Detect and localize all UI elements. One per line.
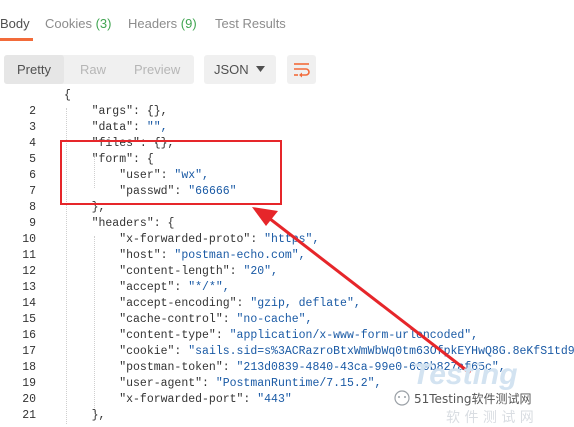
watermark: Testing 软 件 测 试 网 51Testing软件测试网 [384,352,574,427]
watermark-brand: 51Testing软件测试网 [414,392,532,406]
watermark-logo: Testing [412,358,518,391]
watermark-sub: 软 件 测 试 网 [446,410,534,426]
